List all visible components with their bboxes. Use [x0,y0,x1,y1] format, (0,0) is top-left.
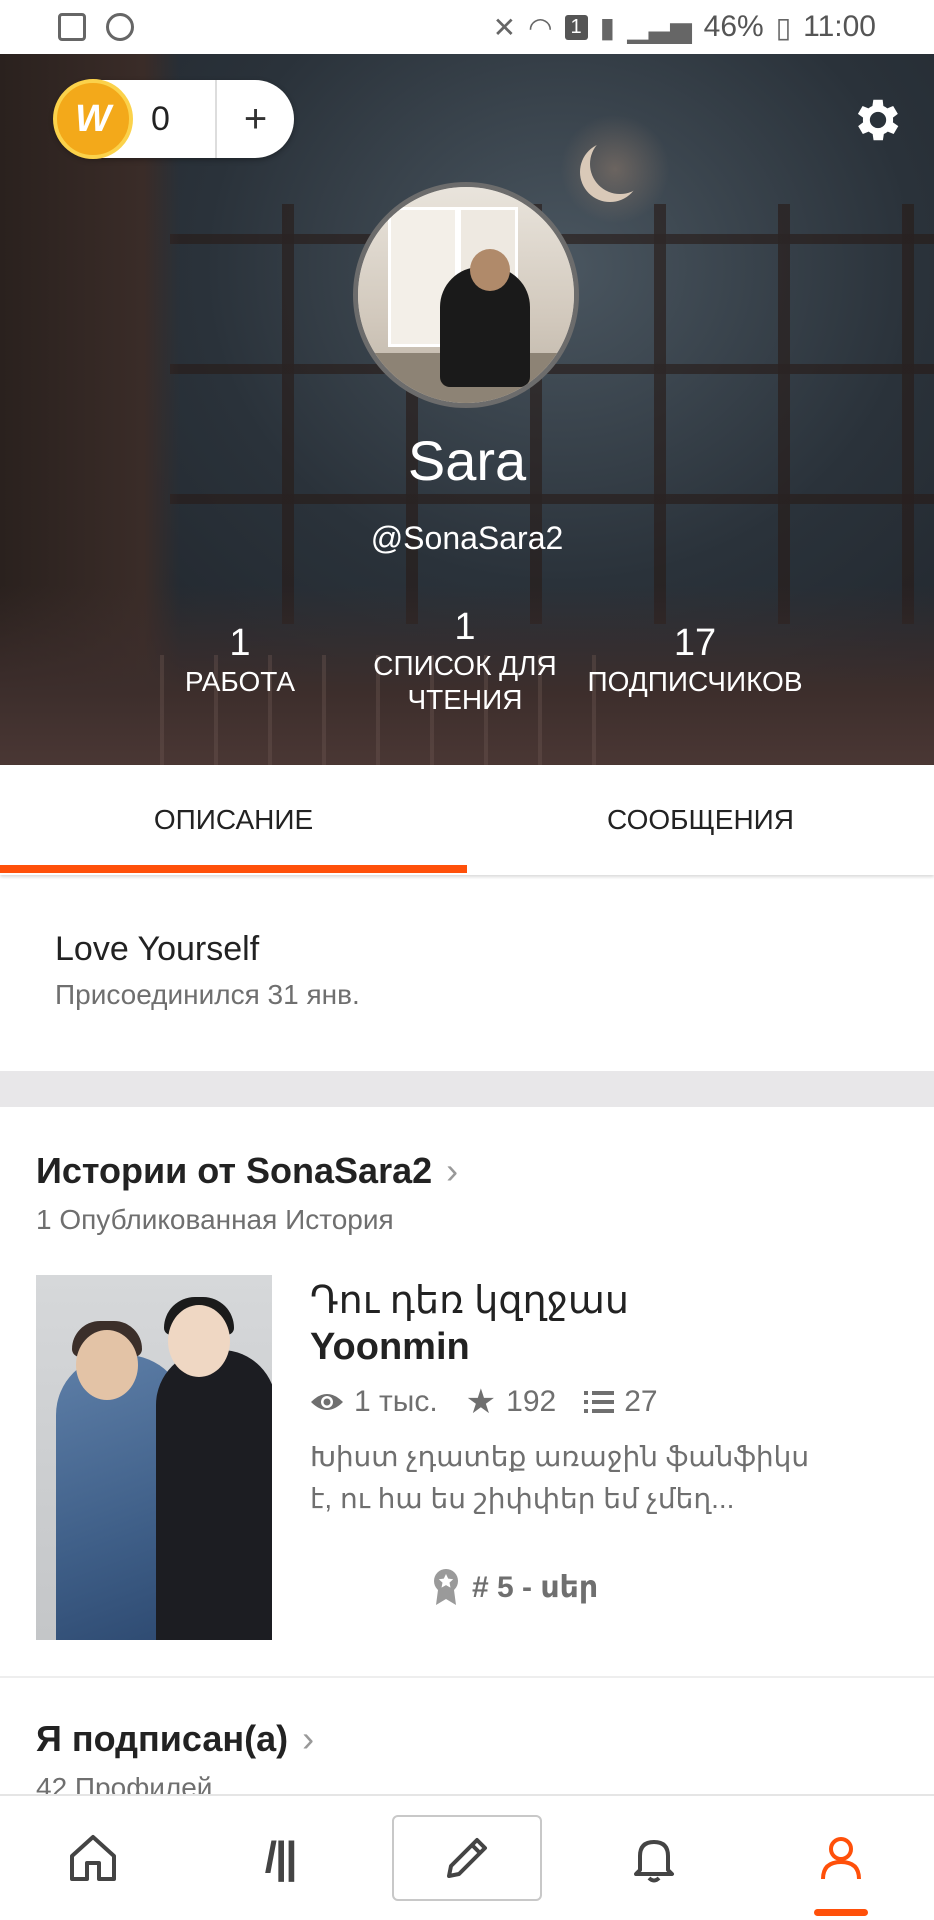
signal-bars-icon: ▁▃▅ [627,11,692,43]
eye-icon [311,1394,343,1410]
coin-icon: W [53,79,133,159]
battery-percent: 46% [703,10,764,43]
bottom-navigation: /|| [0,1794,934,1920]
stories-header[interactable]: Истории от SonaSara2 › [36,1150,458,1192]
book-cover[interactable] [36,1275,272,1640]
chevron-right-icon: › [302,1718,315,1759]
star-icon: ★ [465,1383,497,1421]
stat-reading-list-value: 1 [454,606,476,648]
list-icon [584,1391,615,1413]
nav-notifications[interactable] [579,1808,729,1908]
stories-count: 1 Опубликованная История [36,1204,394,1235]
nav-home[interactable] [18,1808,168,1908]
shazam-icon [106,13,134,41]
sim-badge: 1 [564,14,588,40]
mute-icon: ✕ [492,11,517,43]
tab-about[interactable]: ОПИСАНИЕ [0,765,467,875]
status-time: 11:00 [803,10,876,43]
book-stats: 1 тыс. ★ 192 27 [310,1382,668,1422]
stat-works[interactable]: 1 РАБОТА [150,622,330,699]
list-divider [0,1676,934,1678]
joined-date: Присоединился 31 янв. [55,979,360,1010]
nav-browse[interactable]: /|| [205,1808,355,1908]
book-title[interactable]: Դու դեռ կզղջաս Yoonmin [310,1278,870,1370]
book-rank-text: # 5 - սեր [472,1570,599,1604]
stat-works-value: 1 [229,622,251,664]
following-header[interactable]: Я подписан(а) › [36,1718,314,1760]
add-coins-button[interactable]: + [217,80,294,158]
user-handle: @SonaSara2 [370,520,564,556]
signal-icon: ▮ [599,11,616,43]
book-description: Խիստ չդատեք առաջին ֆանֆիկս է, ու հա ես շ… [310,1441,810,1514]
gear-icon[interactable] [850,92,906,148]
wifi-icon: ◠ [528,11,553,43]
profile-icon [820,1837,861,1880]
coin-count: 0 [151,99,170,138]
section-divider [0,1071,934,1107]
profile-tabs: ОПИСАНИЕ СООБЩЕНИЯ [0,765,934,875]
nav-profile[interactable] [766,1808,916,1916]
clipboard-check-icon [58,13,86,41]
coins-widget[interactable]: W 0 + [53,79,294,159]
home-icon [70,1835,117,1881]
stat-reading-list[interactable]: 1 СПИСОК ДЛЯ ЧТЕНИЯ [355,606,575,717]
bio-text: Love Yourself [55,930,260,968]
following-title: Я подписан(а) [36,1718,289,1759]
avatar[interactable] [353,182,579,408]
browse-icon: /|| [264,1833,298,1882]
nav-write[interactable] [391,1815,542,1901]
book-parts: 27 [624,1385,658,1418]
stat-reading-list-label: СПИСОК ДЛЯ ЧТЕНИЯ [373,650,557,715]
about-section: Love Yourself Присоединился 31 янв. [55,930,360,1011]
profile-header: W 0 + Sara @SonaSara2 1 РАБОТА 1 СПИСОК … [0,54,934,765]
battery-icon: ▯ [775,11,792,43]
status-bar: ✕ ◠ 1 ▮ ▁▃▅ 46% ▯ 11:00 [0,0,934,54]
stat-followers-value: 17 [673,622,717,664]
bell-icon [633,1840,674,1883]
user-name: Sara [407,429,527,492]
book-rank[interactable]: # 5 - սեր [432,1568,598,1606]
book-reads: 1 тыс. [354,1385,438,1418]
stories-title: Истории от SonaSara2 [36,1150,433,1191]
stat-works-label: РАБОТА [184,666,296,697]
stat-followers-label: ПОДПИСЧИКОВ [587,666,803,697]
tab-messages[interactable]: СООБЩЕНИЯ [467,765,934,875]
pencil-icon [446,1838,487,1878]
moon-icon [590,134,650,194]
stat-followers[interactable]: 17 ПОДПИСЧИКОВ [575,622,815,699]
book-votes: 192 [506,1385,557,1418]
book-title-line1: Դու դեռ կզղջաս [310,1280,629,1322]
rank-badge-icon [434,1569,458,1605]
book-title-line2: Yoonmin [310,1326,470,1368]
chevron-right-icon: › [446,1150,459,1191]
